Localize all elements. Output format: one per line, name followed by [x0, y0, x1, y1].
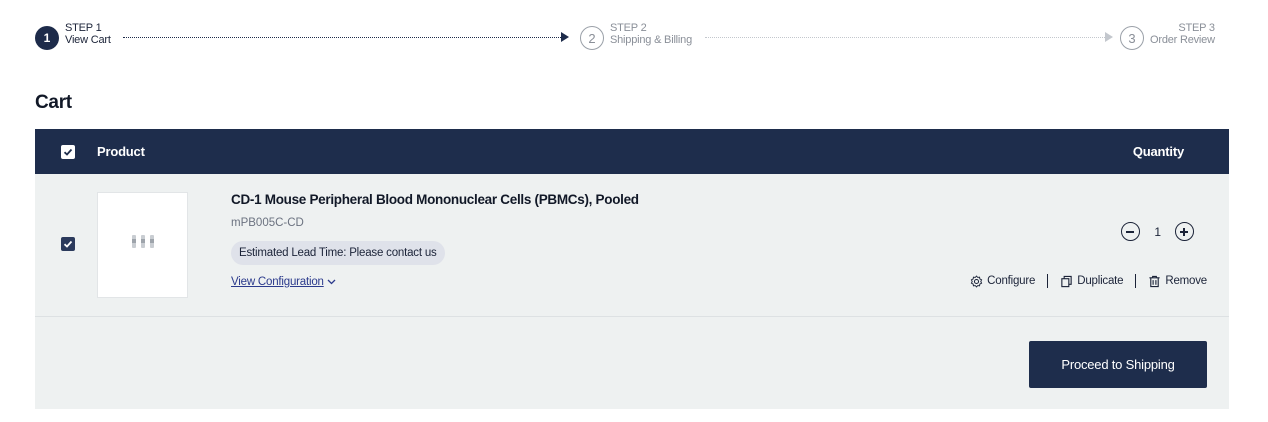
trash-icon: [1149, 275, 1160, 287]
gear-icon: [970, 274, 983, 288]
view-configuration-link[interactable]: View Configuration: [231, 276, 336, 288]
step-3-label: STEP 3: [1178, 22, 1215, 34]
divider: [1047, 274, 1049, 288]
chevron-down-icon: [327, 276, 336, 288]
product-thumbnail[interactable]: [97, 192, 188, 298]
header-product: Product: [97, 144, 145, 159]
item-checkbox[interactable]: [61, 237, 75, 251]
view-configuration-label: View Configuration: [231, 276, 324, 288]
table-header: Product Quantity: [35, 129, 1229, 174]
step-1-number: 1: [35, 26, 59, 50]
decrease-quantity-button[interactable]: [1121, 222, 1141, 241]
step-2-number: 2: [580, 26, 604, 50]
step-1-title: View Cart: [65, 34, 111, 46]
vial-image: [150, 235, 154, 248]
configure-label: Configure: [987, 275, 1036, 287]
checkmark-icon: [63, 240, 73, 248]
step-connector-2: [705, 37, 1107, 38]
step-1: 1 STEP 1 View Cart: [35, 22, 111, 50]
remove-button[interactable]: Remove: [1148, 275, 1207, 288]
step-3-number: 3: [1120, 26, 1144, 50]
select-all-checkbox[interactable]: [61, 145, 75, 159]
vial-image: [141, 235, 145, 248]
step-arrow-2: [1105, 32, 1113, 42]
step-1-label: STEP 1: [65, 22, 102, 34]
quantity-value: 1: [1154, 224, 1161, 239]
cart-footer: Proceed to Shipping: [35, 317, 1229, 408]
item-actions: Configure Duplicate Remove: [970, 274, 1207, 288]
vial-image: [132, 235, 136, 248]
step-arrow-1: [561, 32, 569, 42]
step-3-title: Order Review: [1150, 34, 1215, 46]
page-title: Cart: [35, 92, 72, 113]
increase-quantity-button[interactable]: [1175, 222, 1194, 241]
product-name[interactable]: CD-1 Mouse Peripheral Blood Mononuclear …: [231, 192, 639, 207]
configure-button[interactable]: Configure: [970, 274, 1036, 288]
checkmark-icon: [63, 148, 73, 156]
duplicate-label: Duplicate: [1077, 275, 1124, 287]
duplicate-icon: [1061, 275, 1072, 287]
quantity-stepper: 1: [1121, 222, 1194, 241]
duplicate-button[interactable]: Duplicate: [1060, 275, 1124, 288]
cart-table: Product Quantity CD-1 Mouse Peripheral B…: [35, 129, 1229, 409]
step-2: 2 STEP 2 Shipping & Billing: [580, 22, 692, 50]
lead-time-badge: Estimated Lead Time: Please contact us: [231, 241, 445, 265]
divider: [1135, 274, 1137, 288]
proceed-to-shipping-button[interactable]: Proceed to Shipping: [1029, 341, 1207, 388]
remove-label: Remove: [1165, 275, 1207, 287]
checkout-stepper: 1 STEP 1 View Cart 2 STEP 2 Shipping & B…: [0, 0, 1268, 80]
step-connector-1: [123, 37, 561, 38]
cart-item-row: CD-1 Mouse Peripheral Blood Mononuclear …: [35, 174, 1229, 317]
step-2-title: Shipping & Billing: [610, 34, 693, 46]
header-quantity: Quantity: [1132, 144, 1184, 159]
product-sku: mPB005C-CD: [231, 217, 304, 229]
step-2-label: STEP 2: [610, 22, 647, 34]
step-3: 3 STEP 3 Order Review: [1120, 22, 1215, 50]
